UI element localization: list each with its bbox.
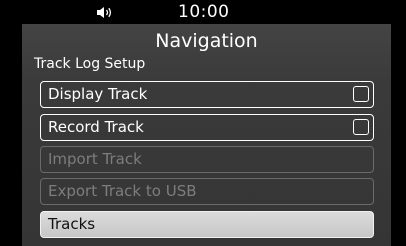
menu-item-label: Display Track (48, 85, 148, 103)
record-track-option[interactable]: Record Track (40, 114, 374, 141)
display-track-checkbox[interactable] (353, 86, 369, 102)
menu-item-label: Tracks (48, 215, 96, 233)
status-bar: 10:00 (0, 0, 406, 24)
record-track-checkbox[interactable] (353, 119, 369, 135)
screen: 10:00 Navigation Track Log Setup Display… (0, 0, 406, 246)
export-track-to-usb-option: Export Track to USB (40, 178, 374, 205)
menu-item-label: Import Track (48, 150, 142, 168)
menu-item-label: Export Track to USB (48, 182, 197, 200)
import-track-option: Import Track (40, 146, 374, 173)
page-title: Navigation (155, 30, 258, 52)
content-panel: Navigation Track Log Setup Display Track… (22, 24, 391, 246)
tracks-option[interactable]: Tracks (40, 211, 374, 238)
speaker-volume-icon (97, 7, 112, 18)
clock: 10:00 (178, 2, 230, 22)
display-track-option[interactable]: Display Track (40, 81, 374, 108)
menu-item-label: Record Track (48, 118, 144, 136)
section-label: Track Log Setup (34, 56, 146, 72)
